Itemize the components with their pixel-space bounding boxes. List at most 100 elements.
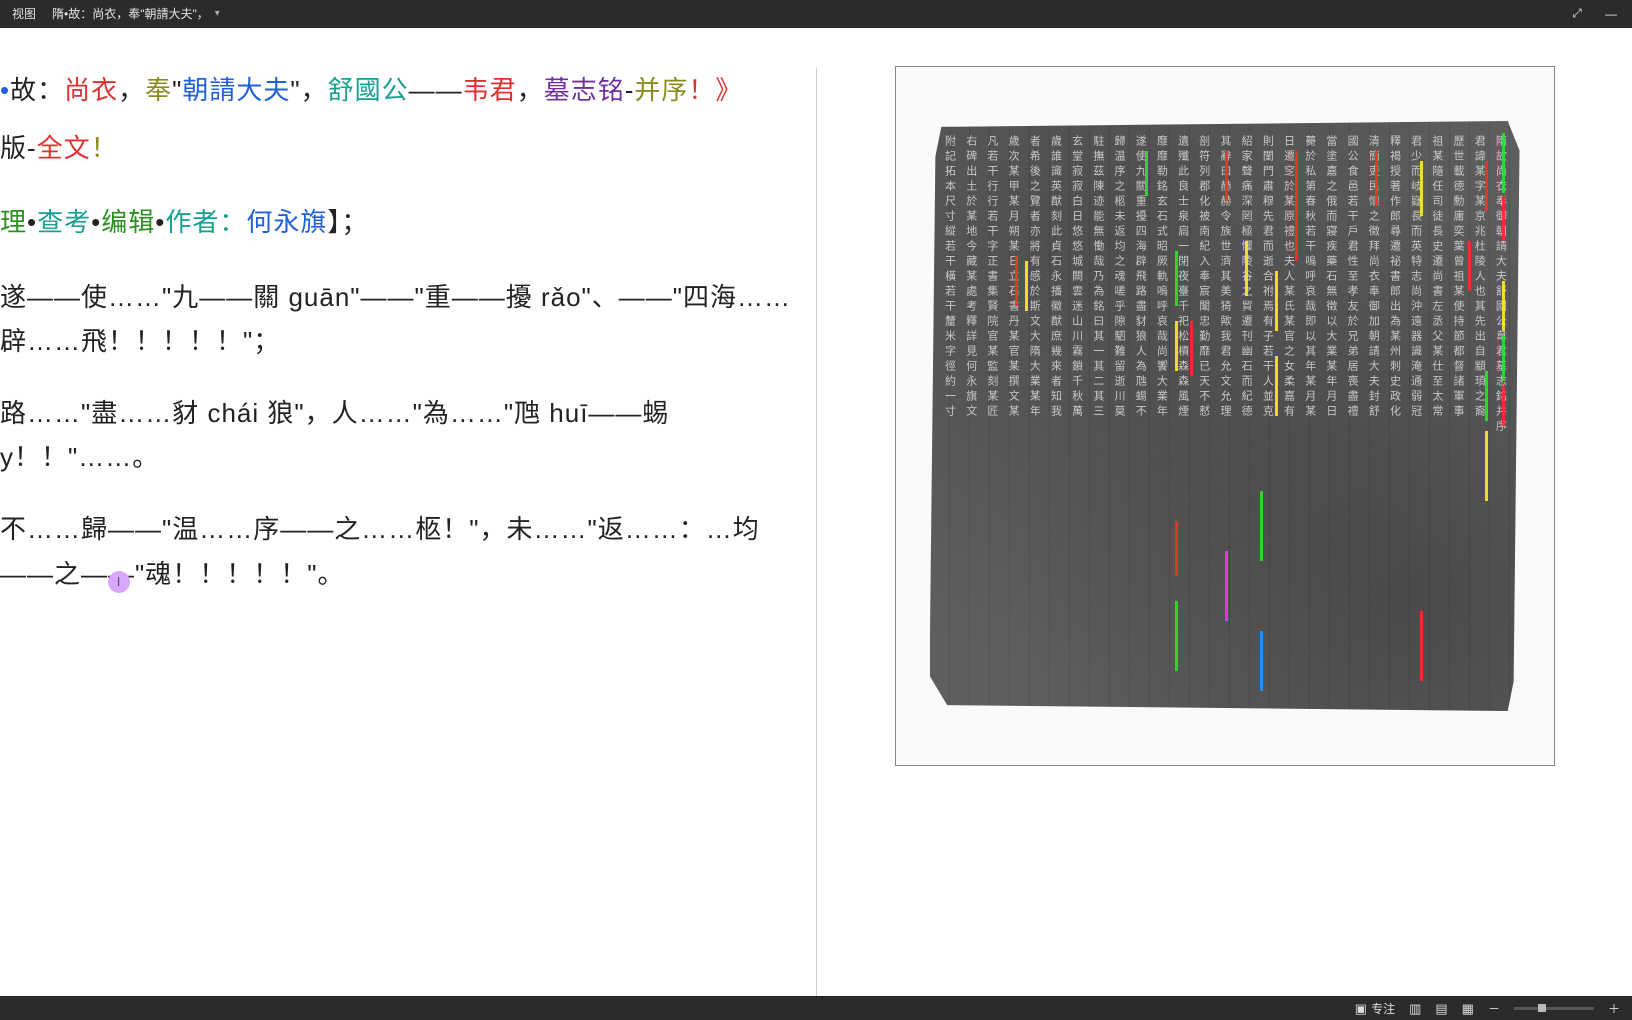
annotation-marker bbox=[1502, 281, 1505, 331]
paragraph-1: 遂——使……"九——關 guān"——"重——擾 rǎo"、——"四海……辟……… bbox=[0, 275, 792, 363]
text-segment: - bbox=[625, 75, 635, 105]
annotation-marker bbox=[1175, 601, 1178, 671]
rubbing-column: 紹家聲痛深罔極懼陵谷之貿遷刊幽石而紀德 bbox=[1240, 135, 1251, 697]
annotation-marker bbox=[1420, 611, 1423, 681]
rubbing-column: 右碑出土於某地今藏某處考釋詳見何永旗文 bbox=[965, 135, 976, 697]
document-title-text: 隋•故：尚衣，奉"朝請大夫"， bbox=[52, 5, 209, 22]
annotation-marker bbox=[1175, 321, 1178, 371]
text-segment: ！ bbox=[91, 133, 118, 163]
text-segment: 编辑 bbox=[101, 207, 155, 237]
zoom-in-button[interactable]: ＋ bbox=[1608, 1000, 1620, 1017]
text-segment: 奉 bbox=[145, 75, 172, 105]
text-segment: 朝請大夫 bbox=[182, 75, 290, 105]
annotation-marker bbox=[1468, 241, 1471, 291]
text-segment: • bbox=[27, 207, 37, 237]
rubbing-column: 駐撫茲陳迹能無慟哉乃為銘曰其一其二其三 bbox=[1092, 135, 1103, 697]
minimize-icon[interactable]: — bbox=[1602, 5, 1620, 23]
rubbing-image: 隋故尚衣奉御朝請大夫舒國公韋君墓志銘并序君諱某字某京兆杜陵人也其先出自顓頊之裔歷… bbox=[930, 121, 1520, 711]
rubbing-column: 靡靡勒銘玄石式昭厥軌嗚呼哀哉尚饗大業年 bbox=[1155, 135, 1166, 697]
annotation-marker bbox=[1260, 491, 1263, 561]
rubbing-column: 則閨門肅穆先君而逝合祔焉有子若干人並克 bbox=[1261, 135, 1272, 697]
text-segment: 舒國公 bbox=[328, 75, 409, 105]
annotation-marker bbox=[1145, 151, 1148, 196]
text-segment: • bbox=[155, 207, 165, 237]
rubbing-column: 者希後之覽者亦將有感於斯文大隋大業某年 bbox=[1028, 135, 1039, 697]
chevron-down-icon[interactable]: ▾ bbox=[215, 8, 220, 19]
reading-view-icon[interactable]: ▥ bbox=[1409, 1001, 1421, 1017]
fit-screen-icon[interactable]: ⤢ bbox=[1568, 5, 1586, 23]
zoom-slider[interactable] bbox=[1514, 1007, 1594, 1010]
rubbing-column: 剖符列郡化被南紀入奉宸闈忠勤靡已天不憖 bbox=[1198, 135, 1209, 697]
annotation-marker bbox=[1375, 151, 1378, 206]
rubbing-column: 凡若干行行若干字正書集賢院官某監刻某匠 bbox=[986, 135, 997, 697]
rubbing-column: 附記拓本尺寸縱若干橫若干釐米字徑約一寸 bbox=[944, 135, 955, 697]
rubbing-column: 歲次某甲某月朔某日立石書丹某官某撰文某 bbox=[1007, 135, 1018, 697]
text-segment: —— bbox=[409, 75, 463, 105]
top-toolbar: 视图 隋•故：尚衣，奉"朝請大夫"， ▾ ⤢ — bbox=[0, 0, 1632, 28]
rubbing-column: 歷世載德勳庸奕葉曾祖某使持節都督諸軍事 bbox=[1452, 135, 1463, 697]
text-segment: "， bbox=[290, 75, 327, 105]
document-text-pane[interactable]: •故：尚衣，奉"朝請大夫"，舒國公——韦君，墓志铭-并序！》 版-全文！ 理•查… bbox=[0, 28, 816, 996]
text-segment: " bbox=[172, 75, 182, 105]
text-segment: ！》 bbox=[688, 75, 742, 105]
focus-mode-button[interactable]: ▣ 专注 bbox=[1355, 1000, 1395, 1017]
text-segment: • bbox=[91, 207, 101, 237]
document-title-tab[interactable]: 隋•故：尚衣，奉"朝請大夫"， ▾ bbox=[52, 5, 220, 22]
status-bar: ▣ 专注 ▥ ▤ ▦ － ＋ bbox=[0, 996, 1632, 1020]
annotation-marker bbox=[1225, 551, 1228, 621]
rubbing-column: 清簡吏民懷之徵拜尚衣奉御加朝請大夫封舒 bbox=[1367, 135, 1378, 697]
zoom-out-button[interactable]: － bbox=[1488, 1000, 1500, 1017]
focus-label: 专注 bbox=[1371, 1000, 1395, 1017]
annotation-marker bbox=[1175, 251, 1178, 306]
rubbing-column: 釋褐授著作郎尋遷祕書郎出為某州刺史政化 bbox=[1388, 135, 1399, 697]
text-segment: 何永旗 bbox=[246, 207, 327, 237]
rubbing-column: 歲誰識英猷刻此貞石永播徽猷庶幾來者知我 bbox=[1049, 135, 1060, 697]
paragraph-3: 不……歸——"温……序——之……柩！"，未……"返……：…均——之——"魂！！！… bbox=[0, 507, 792, 595]
main-split: •故：尚衣，奉"朝請大夫"，舒國公——韦君，墓志铭-并序！》 版-全文！ 理•查… bbox=[0, 28, 1632, 996]
version-line: 版-全文！ bbox=[0, 126, 792, 170]
text-segment: 故： bbox=[10, 75, 64, 105]
annotation-marker bbox=[1485, 161, 1488, 211]
image-preview-pane[interactable]: 隋故尚衣奉御朝請大夫舒國公韋君墓志銘并序君諱某字某京兆杜陵人也其先出自顓頊之裔歷… bbox=[817, 28, 1632, 996]
text-segment: - bbox=[27, 133, 37, 163]
text-segment: 】； bbox=[327, 207, 368, 237]
annotation-marker bbox=[1245, 241, 1248, 296]
text-segment: 全文 bbox=[37, 133, 91, 163]
annotation-marker bbox=[1420, 161, 1423, 216]
annotation-marker bbox=[1015, 256, 1018, 306]
text-segment: 韦君 bbox=[463, 75, 517, 105]
text-segment: 作者： bbox=[165, 207, 246, 237]
focus-icon: ▣ bbox=[1355, 1001, 1367, 1017]
rubbing-column: 玄堂寂寂白日悠悠城闕雲迷山川霧鎖千秋萬 bbox=[1071, 135, 1082, 697]
view-menu[interactable]: 视图 bbox=[12, 5, 36, 22]
title-line: •故：尚衣，奉"朝請大夫"，舒國公——韦君，墓志铭-并序！》 bbox=[0, 68, 792, 112]
rubbing-image-frame: 隋故尚衣奉御朝請大夫舒國公韋君墓志銘并序君諱某字某京兆杜陵人也其先出自顓頊之裔歷… bbox=[895, 66, 1555, 766]
annotation-marker bbox=[1275, 356, 1278, 416]
web-layout-icon[interactable]: ▦ bbox=[1462, 1001, 1474, 1017]
annotation-marker bbox=[1275, 271, 1278, 331]
text-segment: 查考 bbox=[37, 207, 91, 237]
annotation-marker bbox=[1485, 431, 1488, 501]
rubbing-column: 當塗嘉之俄而寢疾藥石無徵以大業某年月日 bbox=[1325, 135, 1336, 697]
annotation-marker bbox=[1175, 521, 1178, 576]
annotation-marker bbox=[1025, 261, 1028, 311]
annotation-marker bbox=[1295, 201, 1298, 261]
print-layout-icon[interactable]: ▤ bbox=[1435, 1001, 1447, 1017]
text-segment: • bbox=[0, 75, 10, 105]
rubbing-column: 遂使九關重擾四海辟飛路盡豺狼人為虺蜴不 bbox=[1134, 135, 1145, 697]
zoom-slider-handle[interactable] bbox=[1538, 1004, 1546, 1012]
text-segment: 墓志铭 bbox=[544, 75, 625, 105]
annotation-marker bbox=[1190, 321, 1193, 376]
rubbing-column: 歸温序之柩未返均之魂嗟乎隙駟難留逝川莫 bbox=[1113, 135, 1124, 697]
annotation-marker bbox=[1225, 151, 1228, 201]
rubbing-column: 薨於私第春秋若干嗚呼哀哉即以其年某月某 bbox=[1304, 135, 1315, 697]
annotation-marker bbox=[1502, 133, 1505, 193]
text-segment: 尚衣 bbox=[64, 75, 118, 105]
text-segment: ， bbox=[517, 75, 544, 105]
annotation-marker bbox=[1502, 386, 1505, 426]
rubbing-column: 祖某隨任司徒長史遷尚書左丞父某仕至太常 bbox=[1431, 135, 1442, 697]
annotation-marker bbox=[1485, 371, 1488, 421]
annotation-marker bbox=[1260, 631, 1263, 691]
text-segment: 理 bbox=[0, 207, 27, 237]
text-segment: 并序 bbox=[634, 75, 688, 105]
